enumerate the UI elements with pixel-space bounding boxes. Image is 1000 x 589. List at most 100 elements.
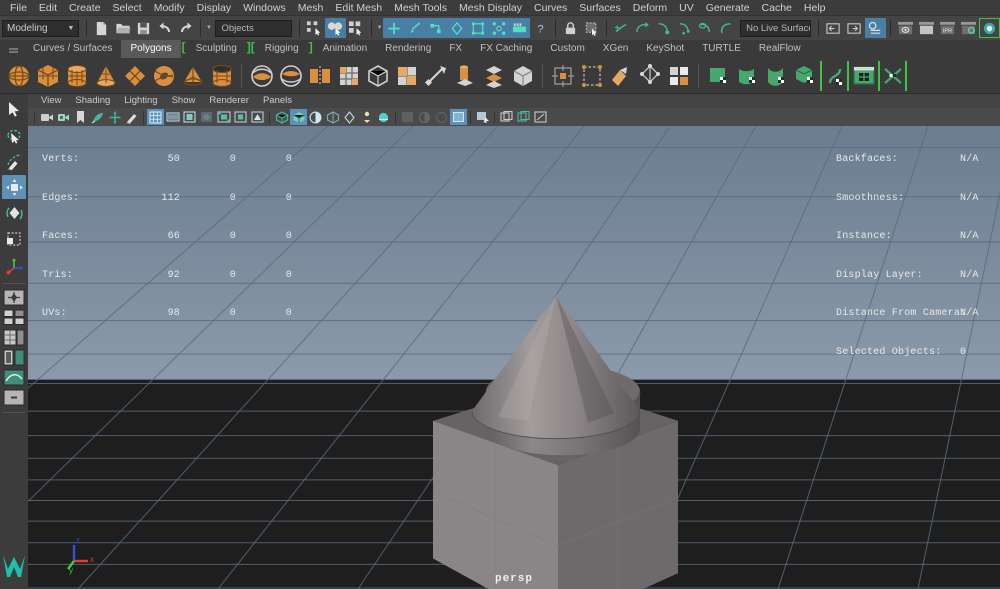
all-lights-icon[interactable] [450, 109, 467, 125]
menu-item-uv[interactable]: UV [673, 0, 700, 16]
merge-icon[interactable] [508, 61, 537, 91]
shelf-tab-xgen[interactable]: XGen [594, 40, 638, 58]
bevel-icon[interactable] [421, 61, 450, 91]
shelf-tab-animation[interactable]: Animation [314, 40, 376, 58]
attribute-editor-icon[interactable] [865, 18, 886, 38]
render-sequence-icon[interactable] [916, 18, 937, 38]
menu-item-mesh-tools[interactable]: Mesh Tools [388, 0, 453, 16]
shelf-tab-turtle[interactable]: TURTLE [693, 40, 750, 58]
handles-icon[interactable] [383, 18, 404, 38]
render-settings-icon[interactable] [958, 18, 979, 38]
combine-icon[interactable] [247, 61, 276, 91]
film-gate-icon[interactable] [164, 109, 181, 125]
viewport-menu-show[interactable]: Show [165, 94, 203, 108]
uv-cylindrical-icon[interactable] [733, 61, 762, 91]
multisample-icon[interactable] [532, 109, 549, 125]
menu-item-mesh[interactable]: Mesh [292, 0, 330, 16]
bookmark-icon[interactable] [72, 109, 89, 125]
uv-cut-icon[interactable] [878, 61, 907, 91]
mirror-icon[interactable] [305, 61, 334, 91]
all-components-icon[interactable] [509, 18, 530, 38]
rotate-tool-icon[interactable] [2, 201, 26, 225]
smooth-shade-selected-icon[interactable] [307, 109, 324, 125]
snap-projected-icon[interactable] [674, 18, 695, 38]
ipr-render-icon[interactable]: IPR [937, 18, 958, 38]
grid-toggle-icon[interactable] [147, 109, 164, 125]
shelf-tab-custom[interactable]: Custom [541, 40, 593, 58]
poly-prism-icon[interactable] [178, 61, 207, 91]
menu-item-curves[interactable]: Curves [528, 0, 573, 16]
faces-icon[interactable] [467, 18, 488, 38]
new-scene-icon[interactable] [91, 18, 112, 38]
snap-view-plane-icon[interactable] [695, 18, 716, 38]
poly-cube-icon[interactable] [33, 61, 62, 91]
poly-sphere-icon[interactable] [4, 61, 33, 91]
shelf-tab-realflow[interactable]: RealFlow [750, 40, 810, 58]
selection-mask-field[interactable]: Objects [215, 20, 292, 37]
scale-tool-icon[interactable] [2, 227, 26, 251]
viewport-menu-lighting[interactable]: Lighting [117, 94, 164, 108]
poly-pipe-icon[interactable] [207, 61, 236, 91]
viewport-menu-shading[interactable]: Shading [68, 94, 117, 108]
selection-mask-caret-icon[interactable]: ▼ [205, 25, 212, 31]
live-surface-field[interactable]: No Live Surface [740, 20, 811, 37]
extrude-icon[interactable] [450, 61, 479, 91]
menu-item-mesh-display[interactable]: Mesh Display [453, 0, 528, 16]
gate-mask-icon[interactable] [198, 109, 215, 125]
component-mask-caret-icon[interactable]: ▼ [376, 25, 383, 31]
help-icon[interactable]: ? [530, 18, 551, 38]
open-outliner-icon[interactable] [844, 18, 865, 38]
shaded-texture-icon[interactable] [375, 109, 392, 125]
flat-shade-icon[interactable] [324, 109, 341, 125]
shelf-tab-sculpting[interactable]: Sculpting [187, 40, 246, 58]
vertices-icon[interactable] [446, 18, 467, 38]
menu-item-cache[interactable]: Cache [756, 0, 798, 16]
shelf-tab-rigging[interactable]: Rigging [256, 40, 308, 58]
select-object-icon[interactable] [325, 18, 346, 38]
menu-item-create[interactable]: Create [63, 0, 107, 16]
menu-item-select[interactable]: Select [107, 0, 148, 16]
shelf-tab-polygons[interactable]: Polygons [121, 40, 180, 58]
smooth-shade-all-icon[interactable] [290, 109, 307, 125]
no-lights-icon[interactable] [433, 109, 450, 125]
shadows-icon[interactable] [474, 109, 491, 125]
redo-icon[interactable] [175, 18, 196, 38]
grease-pencil-icon[interactable] [123, 109, 140, 125]
shelf-handle-icon[interactable] [2, 40, 24, 58]
poly-plane-icon[interactable] [120, 61, 149, 91]
shelf-tab-keyshot[interactable]: KeyShot [637, 40, 693, 58]
hardware-texturing-icon[interactable] [399, 109, 416, 125]
camera-attributes-icon[interactable] [55, 109, 72, 125]
poly-torus-icon[interactable] [149, 61, 178, 91]
uv-unfold-icon[interactable] [820, 61, 849, 91]
screen-space-ao-icon[interactable] [498, 109, 515, 125]
multicut-icon[interactable] [392, 61, 421, 91]
open-editor-icon[interactable] [823, 18, 844, 38]
bridge-icon[interactable] [479, 61, 508, 91]
points-icon[interactable] [425, 18, 446, 38]
menu-item-surfaces[interactable]: Surfaces [573, 0, 626, 16]
menu-item-deform[interactable]: Deform [627, 0, 673, 16]
wireframe-on-shaded-icon[interactable] [341, 109, 358, 125]
use-default-material-icon[interactable] [358, 109, 375, 125]
two-dim-pan-zoom-icon[interactable] [106, 109, 123, 125]
select-tool-icon[interactable] [2, 97, 26, 121]
motion-blur-icon[interactable] [515, 109, 532, 125]
xray-joints-icon[interactable] [232, 109, 249, 125]
hull-icon[interactable] [404, 18, 425, 38]
shelf-tab-fx-caching[interactable]: FX Caching [471, 40, 541, 58]
four-pane-layout-icon[interactable] [2, 328, 26, 347]
menu-item-display[interactable]: Display [191, 0, 237, 16]
snap-arc-icon[interactable] [716, 18, 737, 38]
shelf-tab-fx[interactable]: FX [440, 40, 471, 58]
hardware-fog-icon[interactable] [416, 109, 433, 125]
xray-toggle-icon[interactable] [215, 109, 232, 125]
persp-graph-layout-icon[interactable] [2, 368, 26, 387]
uv-spherical-icon[interactable] [762, 61, 791, 91]
two-pane-layout-icon[interactable] [2, 308, 26, 327]
hypershade-icon[interactable] [979, 18, 1000, 38]
menu-item-help[interactable]: Help [798, 0, 832, 16]
menu-item-edit[interactable]: Edit [33, 0, 63, 16]
universal-manipulator-icon[interactable] [2, 253, 26, 277]
select-component-icon[interactable] [346, 18, 367, 38]
